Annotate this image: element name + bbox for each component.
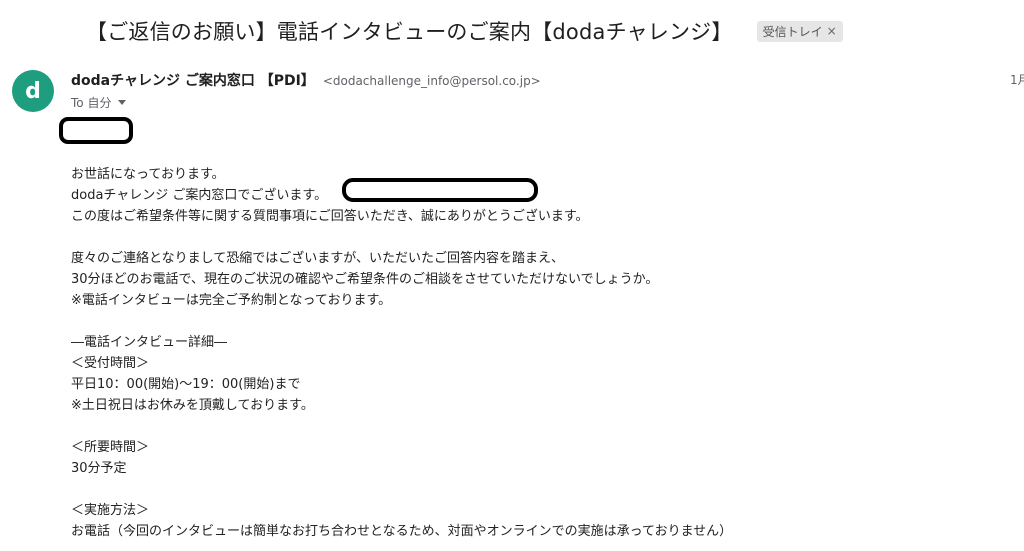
body-line: 平日10：00(開始)～19：00(開始)まで: [71, 377, 301, 392]
sender-email: <dodachallenge_info@persol.co.jp>: [322, 74, 541, 88]
body-line: ＜実施方法＞: [71, 503, 150, 518]
body-line-blank: [71, 416, 732, 437]
body-line: 30分予定: [71, 461, 127, 476]
remove-label-icon[interactable]: ×: [827, 24, 837, 38]
subject-row: 【ご返信のお願い】電話インタビューのご案内【dodaチャレンジ】 受信トレイ ×: [86, 16, 843, 46]
body-line: ＜受付時間＞: [71, 356, 150, 371]
chevron-down-icon[interactable]: [118, 100, 127, 105]
body-line: 度々のご連絡となりまして恐縮ではございますが、いただいたご回答内容を踏まえ、: [71, 251, 564, 266]
email-subject: 【ご返信のお願い】電話インタビューのご案内【dodaチャレンジ】: [86, 20, 733, 44]
body-line: ＜所要時間＞: [71, 440, 150, 455]
email-view: 【ご返信のお願い】電話インタビューのご案内【dodaチャレンジ】 受信トレイ ×…: [0, 0, 1024, 551]
body-line: ―電話インタビュー詳細―: [71, 335, 228, 350]
body-line: dodaチャレンジ ご案内窓口でございます。: [71, 188, 328, 203]
inbox-label-chip[interactable]: 受信トレイ ×: [756, 20, 843, 42]
email-date: 1月: [1010, 73, 1024, 87]
recipients-text: To 自分: [71, 96, 112, 110]
body-line-blank: [71, 227, 732, 248]
body-line: ※土日祝日はお休みを頂戴しております。: [71, 398, 314, 413]
body-line: お世話になっております。: [71, 167, 225, 182]
sender-row: dodaチャレンジ ご案内窓口 【PDI】 <dodachallenge_inf…: [71, 70, 541, 90]
redaction-mark-recipient: [59, 117, 133, 144]
sender-name[interactable]: dodaチャレンジ ご案内窓口 【PDI】: [71, 70, 315, 90]
sender-avatar[interactable]: d: [12, 70, 54, 112]
email-body: お世話になっております。 dodaチャレンジ ご案内窓口でございます。 この度は…: [71, 164, 732, 542]
body-line: この度はご希望条件等に関する質問事項にご回答いただき、誠にありがとうございます。: [71, 209, 589, 224]
body-line: ※電話インタビューは完全ご予約制となっております。: [71, 293, 392, 308]
body-line-blank: [71, 311, 732, 332]
body-line-blank: [71, 479, 732, 500]
body-line: お電話（今回のインタビューは簡単なお打ち合わせとなるため、対面やオンラインでの実…: [71, 524, 733, 539]
body-line: 30分ほどのお電話で、現在のご状況の確認やご希望条件のご相談をさせていただけない…: [71, 272, 659, 287]
recipients-toggle[interactable]: To 自分: [71, 94, 127, 111]
inbox-label-text: 受信トレイ: [762, 24, 823, 39]
